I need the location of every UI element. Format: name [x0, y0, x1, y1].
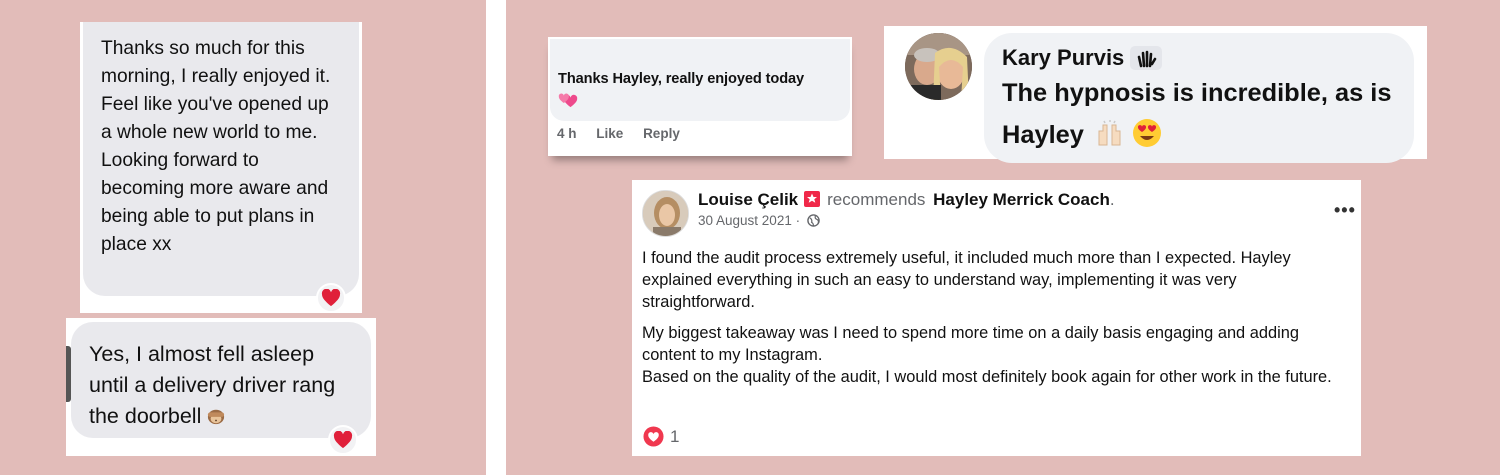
two-hearts-icon: [558, 93, 578, 108]
recommend-flag-icon: [804, 191, 821, 207]
heart-reaction-badge[interactable]: [316, 283, 346, 313]
reply-link[interactable]: Reply: [643, 126, 680, 141]
globe-icon: [807, 214, 820, 227]
review-paragraph-2: My biggest takeaway was I need to spend …: [642, 324, 1299, 364]
message-text: Thanks so much for this morning, I reall…: [101, 38, 331, 255]
imessage-screenshot-2: Yes, I almost fell asleep until a delive…: [66, 318, 376, 456]
heart-icon: [321, 289, 341, 307]
facebook-comment-kary: Kary Purvis The hypnosis is incredible, …: [884, 26, 1427, 163]
facebook-comment-card: Thanks Hayley, really enjoyed today 4 h …: [548, 37, 852, 156]
heart-reaction-badge[interactable]: [328, 425, 358, 455]
reviewer-name[interactable]: Louise Çelik: [698, 190, 798, 209]
avatar-photo-icon: [905, 33, 972, 100]
message-bubble: Yes, I almost fell asleep until a delive…: [71, 322, 371, 438]
waving-hand-icon: [1130, 46, 1163, 70]
panel-divider: [486, 0, 506, 475]
review-paragraph-3: Based on the quality of the audit, I wou…: [642, 368, 1332, 386]
comment-time: 4 h: [557, 126, 577, 141]
comment-meta: 4 h Like Reply: [557, 126, 696, 141]
review-body: I found the audit process extremely usef…: [642, 247, 1354, 397]
comment-text-line-1: The hypnosis is incredible, as is: [1002, 79, 1392, 107]
message-bubble: Thanks so much for this morning, I reall…: [83, 22, 359, 296]
see-no-evil-monkey-icon: [208, 409, 225, 425]
reaction-count: 1: [670, 426, 680, 446]
comment-text: Thanks Hayley, really enjoyed today: [558, 71, 805, 87]
love-reaction-icon: [643, 426, 664, 447]
comment-bubble: Kary Purvis The hypnosis is incredible, …: [984, 33, 1414, 163]
reaction-summary[interactable]: 1: [643, 426, 679, 447]
heart-icon: [333, 431, 353, 449]
avatar-photo-icon: [643, 191, 688, 236]
page-name-link[interactable]: Hayley Merrick Coach: [933, 190, 1110, 209]
comment-text-line-2: Hayley: [1002, 114, 1414, 156]
like-link[interactable]: Like: [596, 126, 623, 141]
more-options-icon[interactable]: •••: [1334, 200, 1356, 221]
avatar[interactable]: [642, 190, 689, 237]
recommends-text: recommends: [827, 190, 926, 209]
review-header: Louise Çelik recommends Hayley Merrick Co…: [698, 190, 1115, 210]
end-punctuation: .: [1109, 190, 1115, 209]
review-date: 30 August 2021 ·: [698, 213, 820, 228]
review-paragraph-1: I found the audit process extremely usef…: [642, 249, 1291, 311]
facebook-review-card: Louise Çelik recommends Hayley Merrick Co…: [632, 180, 1361, 456]
avatar[interactable]: [905, 33, 972, 100]
raising-hands-icon: [1098, 120, 1121, 146]
heart-eyes-icon: [1133, 119, 1161, 147]
comment-bubble: Thanks Hayley, really enjoyed today: [550, 39, 850, 121]
imessage-screenshot-1: Thanks so much for this morning, I reall…: [80, 22, 362, 313]
commenter-name[interactable]: Kary Purvis: [1002, 44, 1414, 72]
